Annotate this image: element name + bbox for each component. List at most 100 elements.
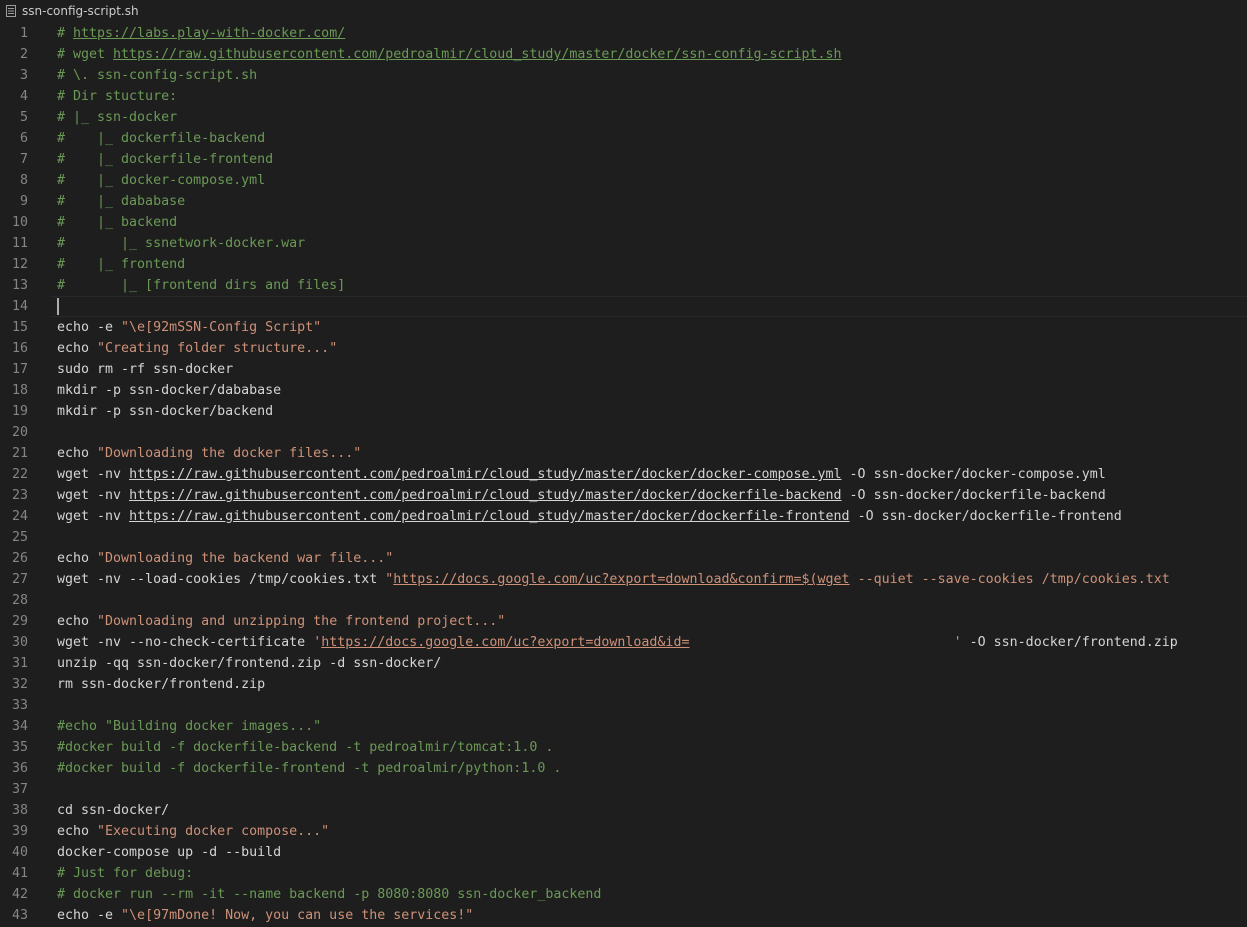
code-line[interactable]: 23 wget -nv https://raw.githubusercontent… (0, 485, 1247, 506)
code-line[interactable]: 37 (0, 779, 1247, 800)
code-token: echo (57, 614, 98, 629)
line-number: 43 (11, 908, 28, 923)
code-token: # Dir stucture: (57, 89, 178, 104)
code-text: cd ssn-docker/ (57, 800, 169, 821)
code-line[interactable]: 11 # |_ ssnetwork-docker.war (0, 233, 1247, 254)
code-editor[interactable]: 1 # https://labs.play-with-docker.com/2 # … (0, 23, 1247, 927)
code-line[interactable]: 35 #docker build -f dockerfile-backend -t… (0, 737, 1247, 758)
code-text: echo -e "\e[92mSSN-Config Script" (57, 317, 321, 338)
code-text: echo "Executing docker compose..." (57, 821, 329, 842)
code-line[interactable]: 38 cd ssn-docker/ (0, 800, 1247, 821)
code-line[interactable]: 2 # wget https://raw.githubusercontent.co… (0, 44, 1247, 65)
line-number: 4 (19, 89, 28, 104)
code-token: ' (689, 635, 962, 650)
code-line[interactable]: 19 mkdir -p ssn-docker/backend (0, 401, 1247, 422)
editor-tab[interactable]: ssn-config-script.sh (0, 0, 1247, 22)
code-line[interactable]: 9 # |_ dababase (0, 191, 1247, 212)
code-line[interactable]: 5 # |_ ssn-docker (0, 107, 1247, 128)
code-token: # |_ frontend (57, 257, 186, 272)
code-token[interactable]: https://raw.githubusercontent.com/pedroa… (113, 47, 842, 62)
code-line[interactable]: 3 # \. ssn-config-script.sh (0, 65, 1247, 86)
code-line[interactable]: 36 #docker build -f dockerfile-frontend -… (0, 758, 1247, 779)
code-token: # wget (57, 47, 114, 62)
code-line[interactable]: 14 (0, 296, 1247, 317)
code-text: # docker run --rm -it --name backend -p … (57, 884, 601, 905)
code-line[interactable]: 1 # https://labs.play-with-docker.com/ (0, 23, 1247, 44)
line-number: 22 (11, 467, 28, 482)
code-line[interactable]: 40 docker-compose up -d --build (0, 842, 1247, 863)
line-number: 31 (11, 656, 28, 671)
code-text: #docker build -f dockerfile-frontend -t … (57, 758, 561, 779)
code-line[interactable]: 15 echo -e "\e[92mSSN-Config Script" (0, 317, 1247, 338)
code-line[interactable]: 43 echo -e "\e[97mDone! Now, you can use … (0, 905, 1247, 926)
code-token: echo (57, 341, 98, 356)
code-line[interactable]: 22 wget -nv https://raw.githubusercontent… (0, 464, 1247, 485)
code-line[interactable]: 29 echo "Downloading and unzipping the fr… (0, 611, 1247, 632)
code-line[interactable]: 10 # |_ backend (0, 212, 1247, 233)
code-line[interactable]: 24 wget -nv https://raw.githubusercontent… (0, 506, 1247, 527)
code-line[interactable]: 8 # |_ docker-compose.yml (0, 170, 1247, 191)
code-line[interactable]: 28 (0, 590, 1247, 611)
code-line[interactable]: 17 sudo rm -rf ssn-docker (0, 359, 1247, 380)
line-number: 15 (11, 320, 28, 335)
code-token: # |_ docker-compose.yml (57, 173, 266, 188)
code-line[interactable]: 16 echo "Creating folder structure..." (0, 338, 1247, 359)
code-text: # |_ dockerfile-backend (57, 128, 265, 149)
line-number: 6 (19, 131, 28, 146)
line-number: 28 (11, 593, 28, 608)
code-line[interactable]: 26 echo "Downloading the backend war file… (0, 548, 1247, 569)
code-line[interactable]: 42 # docker run --rm -it --name backend -… (0, 884, 1247, 905)
line-number: 24 (11, 509, 28, 524)
line-number: 36 (11, 761, 28, 776)
code-token[interactable]: https://raw.githubusercontent.com/pedroa… (129, 488, 841, 503)
line-number: 19 (11, 404, 28, 419)
code-line[interactable]: 21 echo "Downloading the docker files..." (0, 443, 1247, 464)
code-token: wget -nv (57, 467, 130, 482)
code-token: # |_ dababase (57, 194, 186, 209)
code-token[interactable]: https://docs.google.com/uc?export=downlo… (321, 635, 689, 650)
code-token[interactable]: https://raw.githubusercontent.com/pedroa… (129, 467, 841, 482)
code-token: # |_ dockerfile-backend (57, 131, 266, 146)
line-number: 17 (11, 362, 28, 377)
line-number: 32 (11, 677, 28, 692)
code-line[interactable]: 33 (0, 695, 1247, 716)
code-line[interactable]: 12 # |_ frontend (0, 254, 1247, 275)
code-line[interactable]: 4 # Dir stucture: (0, 86, 1247, 107)
code-line[interactable]: 18 mkdir -p ssn-docker/dababase (0, 380, 1247, 401)
code-line[interactable]: 39 echo "Executing docker compose..." (0, 821, 1247, 842)
line-number: 27 (11, 572, 28, 587)
code-text: docker-compose up -d --build (57, 842, 281, 863)
code-line[interactable]: 20 (0, 422, 1247, 443)
code-line[interactable]: 6 # |_ dockerfile-backend (0, 128, 1247, 149)
code-token: -O ssn-docker/docker-compose.yml (841, 467, 1106, 482)
code-token[interactable]: https://labs.play-with-docker.com/ (73, 26, 345, 41)
code-line[interactable]: 34 #echo "Building docker images..." (0, 716, 1247, 737)
code-line[interactable]: 27 wget -nv --load-cookies /tmp/cookies.t… (0, 569, 1247, 590)
code-text: wget -nv https://raw.githubusercontent.c… (57, 485, 1106, 506)
code-line[interactable]: 30 wget -nv --no-check-certificate 'https… (0, 632, 1247, 653)
code-line[interactable]: 7 # |_ dockerfile-frontend (0, 149, 1247, 170)
code-token: unzip -qq ssn-docker/frontend.zip -d ssn… (57, 656, 442, 671)
code-text: sudo rm -rf ssn-docker (57, 359, 233, 380)
code-text: # |_ backend (57, 212, 177, 233)
code-token: docker-compose up -d --build (57, 845, 282, 860)
code-text: # |_ ssnetwork-docker.war (57, 233, 305, 254)
code-token: wget -nv --load-cookies /tmp/cookies.txt (57, 572, 386, 587)
code-line[interactable]: 31 unzip -qq ssn-docker/frontend.zip -d s… (0, 653, 1247, 674)
code-token[interactable]: https://raw.githubusercontent.com/pedroa… (129, 509, 850, 524)
code-line[interactable]: 32 rm ssn-docker/frontend.zip (0, 674, 1247, 695)
code-line[interactable]: 41 # Just for debug: (0, 863, 1247, 884)
code-line[interactable]: 25 (0, 527, 1247, 548)
code-text: echo "Downloading the backend war file..… (57, 548, 393, 569)
code-line[interactable]: 13 # |_ [frontend dirs and files] (0, 275, 1247, 296)
line-number: 39 (11, 824, 28, 839)
code-token: # |_ dockerfile-frontend (57, 152, 274, 167)
line-number: 2 (19, 47, 28, 62)
code-token: #docker build -f dockerfile-backend -t p… (57, 740, 554, 755)
code-token: mkdir -p ssn-docker/dababase (57, 383, 282, 398)
code-token[interactable]: https://docs.google.com/uc?export=downlo… (393, 572, 849, 587)
line-number: 13 (11, 278, 28, 293)
line-number: 14 (11, 299, 28, 314)
code-token: # |_ ssnetwork-docker.war (57, 236, 306, 251)
code-text: # Dir stucture: (57, 86, 177, 107)
